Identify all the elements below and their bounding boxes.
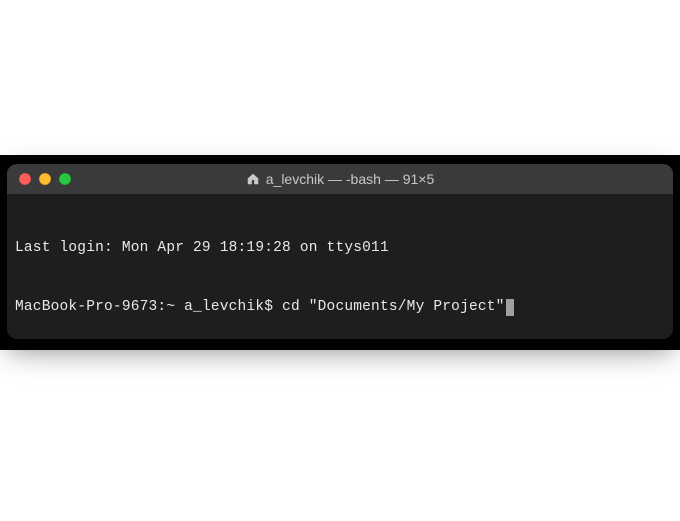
window-title-text: a_levchik — -bash — 91×5 — [266, 171, 434, 187]
current-command[interactable]: cd "Documents/My Project" — [282, 298, 505, 318]
window-controls — [7, 173, 71, 185]
terminal-window: a_levchik — -bash — 91×5 Last login: Mon… — [7, 164, 673, 339]
minimize-button[interactable] — [39, 173, 51, 185]
titlebar[interactable]: a_levchik — -bash — 91×5 — [7, 164, 673, 194]
title: a_levchik — -bash — 91×5 — [7, 164, 673, 194]
terminal-body[interactable]: Last login: Mon Apr 29 18:19:28 on ttys0… — [7, 194, 673, 339]
shell-prompt: MacBook-Pro-9673:~ a_levchik$ — [15, 298, 282, 318]
prompt-line: MacBook-Pro-9673:~ a_levchik$ cd "Docume… — [15, 298, 665, 318]
home-icon — [246, 172, 260, 186]
close-button[interactable] — [19, 173, 31, 185]
cursor — [506, 299, 514, 316]
maximize-button[interactable] — [59, 173, 71, 185]
stage: a_levchik — -bash — 91×5 Last login: Mon… — [0, 0, 680, 521]
last-login-line: Last login: Mon Apr 29 18:19:28 on ttys0… — [15, 239, 665, 259]
